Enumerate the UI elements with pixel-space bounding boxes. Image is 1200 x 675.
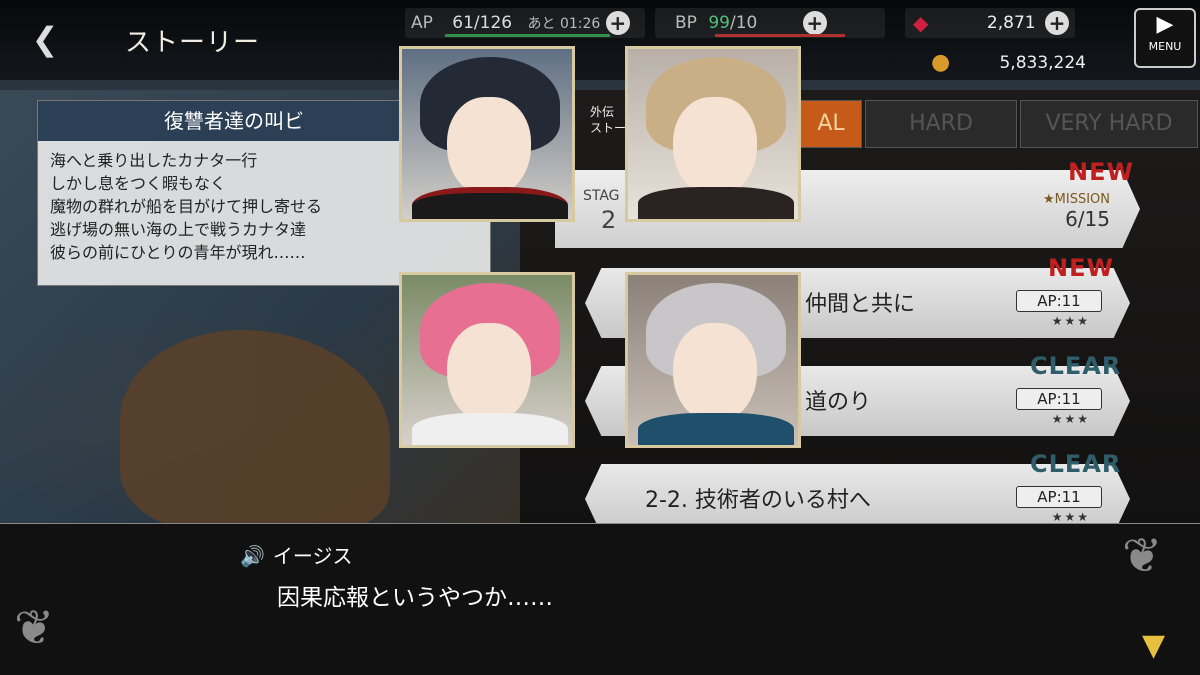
portrait-body [412, 413, 568, 445]
menu-button[interactable]: ▶ MENU [1134, 8, 1196, 68]
ornament-right-icon: ❦ [1122, 528, 1163, 584]
stage-stars: ★★★ [1051, 412, 1090, 426]
portrait-body [638, 187, 794, 219]
tab-hard[interactable]: HARD [865, 100, 1017, 148]
stage-ap-cost: AP:11 [1016, 290, 1102, 312]
clear-badge: CLEAR [1030, 450, 1122, 478]
page-title: ストーリー [125, 28, 261, 58]
speaker-name: 🔊 イージス [240, 540, 353, 569]
ap-timer: あと 01:26 [527, 16, 601, 32]
stage-number: 2 [601, 206, 617, 234]
mission-info: ★MISSION 6/15 [1043, 192, 1110, 231]
gem-add-button[interactable]: + [1045, 11, 1069, 35]
gold-stat: ● 5,833,224 [905, 48, 1090, 78]
bp-add-button[interactable]: + [802, 11, 827, 35]
mission-value: 6/15 [1065, 207, 1110, 231]
clear-badge: CLEAR [1030, 352, 1122, 380]
dialog-box[interactable] [0, 523, 1200, 675]
gold-count: 5,833,224 [999, 53, 1086, 73]
bp-bar [715, 34, 845, 37]
ap-add-button[interactable]: + [605, 11, 630, 35]
next-arrow-icon[interactable]: ▼ [1142, 628, 1165, 663]
new-badge: NEW [1048, 254, 1114, 282]
gem-count: 2,871 [986, 13, 1036, 33]
gem-icon: ◆ [913, 11, 929, 35]
dialog-text: 因果応報というやつか…… [277, 585, 553, 611]
stage-ap-cost: AP:11 [1016, 388, 1102, 410]
portrait-body [412, 187, 568, 219]
bp-label: BP [675, 13, 697, 33]
bp-max: /10 [729, 13, 758, 33]
portrait-body [638, 413, 794, 445]
speaker-voice-icon[interactable]: 🔊 [240, 544, 265, 568]
play-icon: ▶ [1156, 12, 1174, 37]
stage-stars: ★★★ [1051, 510, 1090, 524]
ap-bar [445, 34, 610, 37]
bp-value: 99 [708, 13, 730, 33]
gold-coin-icon: ● [931, 50, 951, 75]
new-badge: NEW [1068, 158, 1134, 186]
ap-value: 61/126 [452, 13, 513, 33]
back-arrow-icon[interactable]: ❮ [10, 14, 80, 64]
stage-name: 道のり [805, 390, 872, 415]
character-portrait [399, 272, 575, 448]
stage-label: STAG [583, 188, 620, 204]
stage-ap-cost: AP:11 [1016, 486, 1102, 508]
portrait-face [447, 97, 531, 197]
ap-label: AP [411, 13, 433, 33]
character-portrait [625, 272, 801, 448]
stage-name: 仲間と共に [805, 292, 916, 317]
ornament-left-icon: ❦ [14, 600, 55, 656]
stage-stars: ★★★ [1051, 314, 1090, 328]
gem-stat: ◆ 2,871 + [905, 8, 1075, 38]
character-portrait [399, 46, 575, 222]
character-portrait [625, 46, 801, 222]
stage-name: 2-2. 技術者のいる村へ [645, 488, 871, 513]
menu-label: MENU [1148, 40, 1182, 53]
portrait-face [447, 323, 531, 423]
tab-normal[interactable]: AL [800, 100, 862, 148]
speaker-label: イージス [272, 544, 353, 568]
tab-very-hard[interactable]: VERY HARD [1020, 100, 1198, 148]
portrait-face [673, 97, 757, 197]
mission-label: ★MISSION [1043, 192, 1110, 207]
portrait-face [673, 323, 757, 423]
